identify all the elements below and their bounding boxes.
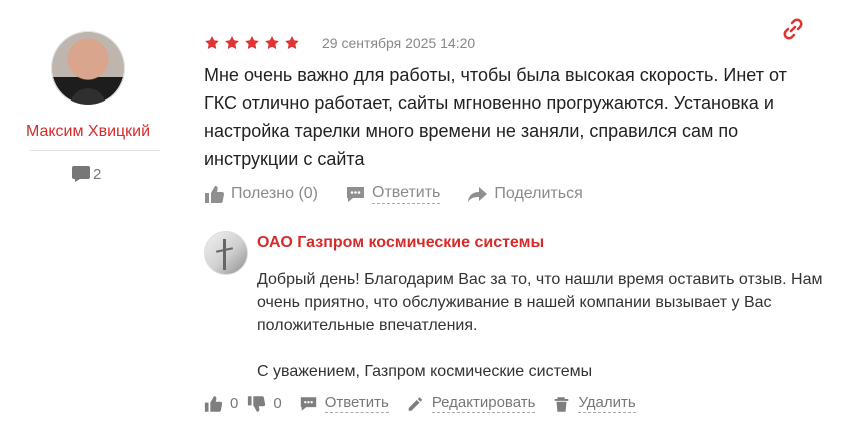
thumb-down-icon (248, 395, 266, 412)
company-reply-actions: 0 0 Ответить Редактировать Удалить (204, 394, 645, 413)
rating-stars (204, 35, 300, 51)
helpful-button[interactable]: Полезно (0) (204, 185, 318, 204)
thumb-up-icon (204, 395, 223, 412)
review-text: Мне очень важно для работы, чтобы была в… (204, 65, 787, 169)
comment-icon (347, 186, 364, 202)
chat-icon (72, 166, 90, 182)
author-review-count[interactable]: 2 (72, 165, 101, 183)
review-count-value: 2 (93, 165, 102, 183)
star-icon (225, 36, 239, 49)
company-avatar[interactable] (204, 231, 248, 275)
dislike-button[interactable]: 0 (247, 395, 282, 413)
company-reply-text: Добрый день! Благодарим Вас за то, что н… (257, 268, 827, 383)
share-button[interactable]: Поделиться (467, 185, 583, 204)
reply-signature: С уважением, Газпром космические системы (257, 363, 593, 380)
helpful-label: Полезно (0) (231, 185, 318, 202)
dislike-count: 0 (273, 395, 282, 412)
like-button[interactable]: 0 (204, 395, 238, 413)
reply-message: Добрый день! Благодарим Вас за то, что н… (257, 271, 823, 334)
pencil-icon (408, 396, 423, 411)
like-count: 0 (230, 395, 239, 412)
company-name[interactable]: ОАО Газпром космические системы (257, 234, 544, 252)
reply-button[interactable]: Ответить (345, 184, 441, 204)
link-icon[interactable] (781, 17, 805, 41)
review-date: 29 сентября 2025 14:20 (322, 35, 476, 51)
review-actions: Полезно (0) Ответить Поделиться (204, 184, 610, 204)
thumb-up-icon (205, 185, 225, 203)
edit-button[interactable]: Редактировать (406, 394, 536, 413)
star-icon (265, 36, 279, 49)
reply-reply-button[interactable]: Ответить (299, 394, 389, 413)
author-avatar[interactable] (51, 31, 125, 105)
reply-reply-label: Ответить (324, 394, 389, 413)
rating-row: 29 сентября 2025 14:20 (204, 35, 475, 51)
author-divider (30, 150, 160, 151)
delete-label: Удалить (578, 394, 636, 413)
edit-label: Редактировать (431, 394, 536, 413)
trash-icon (555, 396, 569, 412)
author-name[interactable]: Максим Хвицкий (14, 123, 162, 141)
share-icon (468, 186, 488, 202)
delete-button[interactable]: Удалить (552, 394, 636, 413)
comment-icon (300, 396, 316, 411)
reply-label: Ответить (372, 184, 441, 204)
star-icon (245, 36, 259, 49)
star-icon (205, 36, 219, 49)
share-label: Поделиться (494, 185, 583, 202)
star-icon (285, 36, 299, 49)
